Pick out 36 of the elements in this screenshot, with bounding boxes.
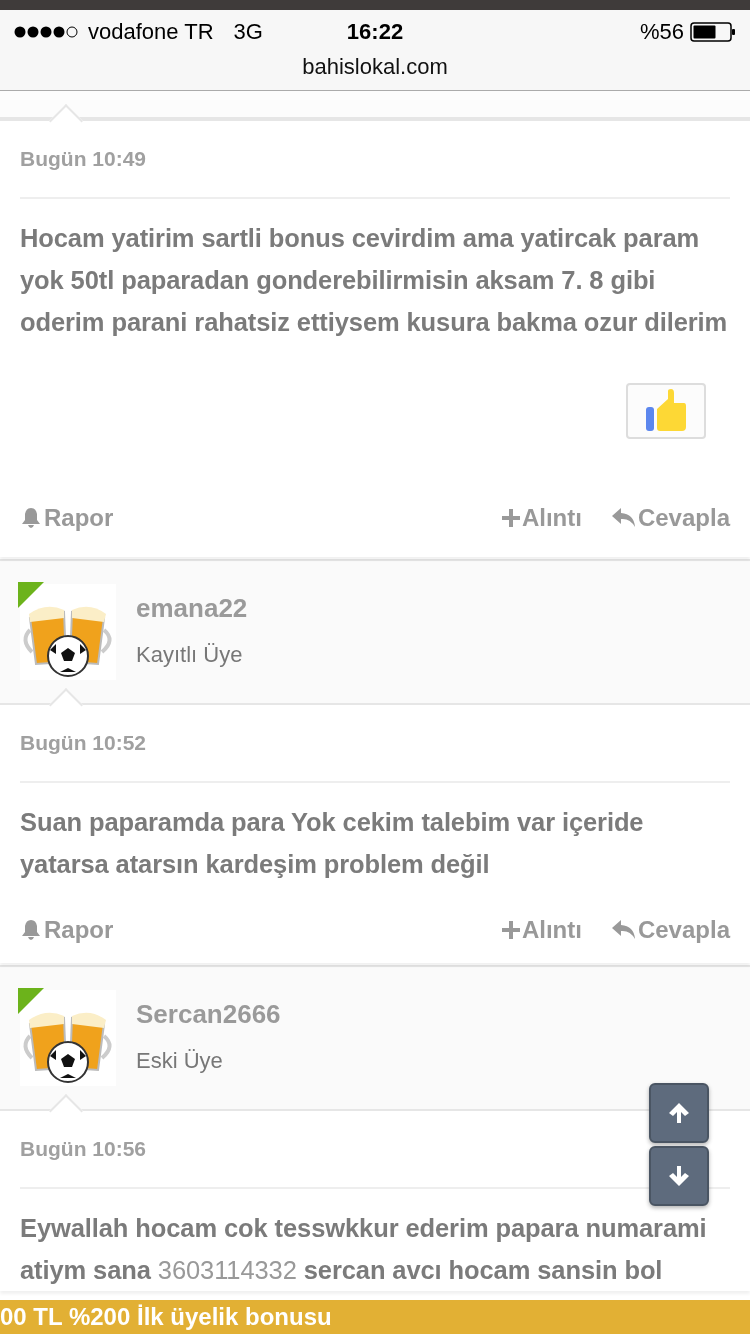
post-date: Bugün 10:49 [20,146,147,172]
network-type: 3G [233,19,263,45]
username-link[interactable]: Sercan2666 [136,998,281,1030]
post-message: Suan paparamda para Yok cekim talebim var içeride yatarsa atarsın kardeşim problem değil [20,807,645,880]
post-message: Eywallah hocam cok tesswkkur ederim papara numarami atiym sana 3603114332 sercan avcı hocam sansin bol [20,1213,708,1286]
scroll-down-button[interactable] [649,1146,709,1206]
post-date: Bugün 10:52 [20,730,147,756]
user-role: Eski Üye [136,1047,224,1074]
bell-icon [20,507,42,529]
post-message: Hocam yatirim sartli bonus cevirdim ama yatircak param yok 50tl paparadan gonderebilirmisin aksam 7. 8 gibi oderim parani rahatsiz ettiysem kusura bakma ozur dilerim [20,223,729,338]
quote-button[interactable]: Alıntı [501,504,582,532]
arrow-up-icon [668,1102,690,1124]
scroll-up-button[interactable] [649,1083,709,1143]
report-button[interactable]: Rapor [20,504,114,532]
carrier-name: vodafone TR [88,19,214,45]
arrow-down-icon [668,1165,690,1187]
battery-icon [690,22,736,42]
promo-banner[interactable]: 00 TL %200 İlk üyelik bonusu [0,1300,750,1334]
reply-button[interactable]: Cevapla [611,916,730,944]
plus-icon [501,509,520,527]
username-link[interactable]: emana22 [136,592,248,624]
reply-arrow-icon [611,920,636,940]
thumbs-up-icon [644,389,688,433]
quote-button[interactable]: Alıntı [501,916,582,944]
reply-arrow-icon [611,508,636,528]
battery-percent: %56 [639,19,684,45]
address-url[interactable]: bahislokal.com [302,54,448,80]
reply-button[interactable]: Cevapla [611,504,730,532]
bell-icon [20,919,42,941]
plus-icon [501,921,520,939]
like-button[interactable] [626,383,706,439]
user-role: Kayıtlı Üye [136,641,244,668]
post-date: Bugün 10:56 [20,1136,147,1162]
clock-time: 16:22 [346,19,404,45]
report-button[interactable]: Rapor [20,916,114,944]
signal-icon [14,25,80,39]
